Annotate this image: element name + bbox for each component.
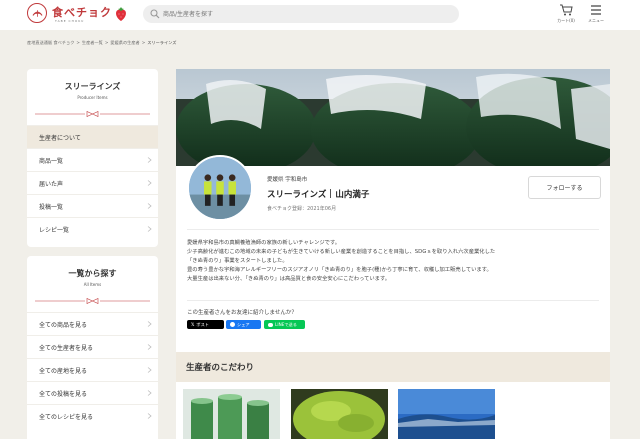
logo-subtext: TABE CHOKU <box>55 19 85 23</box>
logo-text[interactable]: 食べチョク <box>52 4 112 20</box>
search-bar[interactable] <box>143 5 459 23</box>
sidebar-item-reviews[interactable]: 届いた声 <box>27 171 158 194</box>
sidebar-item-label: 商品一覧 <box>39 157 64 165</box>
description-line: 少子高齢化が進むこの地域の未来の子どもが生きていける新しい産業を創造することを目… <box>187 249 496 255</box>
search-icon <box>150 9 160 19</box>
producer-prefecture: 愛媛県 宇和島市 <box>267 177 308 183</box>
chevron-right-icon <box>147 321 152 327</box>
share-line-label: LINEで送る <box>275 321 297 327</box>
sidebar-item-label: 全ての産地を見る <box>39 367 88 375</box>
sidebar-item-recipes[interactable]: レシピ一覧 <box>27 217 158 240</box>
producer-avatar <box>187 155 253 221</box>
sidebar-item-label: 生産者について <box>39 134 81 142</box>
sidebar-item-products[interactable]: 商品一覧 <box>27 148 158 171</box>
divider <box>187 229 599 230</box>
producer-menu-title: スリーラインズ <box>64 82 121 91</box>
x-logo-icon: 𝕏 <box>191 322 195 327</box>
sidebar-item-all-products[interactable]: 全ての商品を見る <box>27 312 158 335</box>
cart-icon <box>560 4 573 16</box>
ribbon-divider-icon <box>35 298 150 304</box>
section-title: 生産者のこだわり <box>186 363 255 373</box>
logo-mark-icon[interactable] <box>27 3 47 23</box>
chevron-right-icon <box>147 226 152 232</box>
chevron-right-icon <box>147 157 152 163</box>
producer-menu-subtitle: Producer Items <box>77 95 108 100</box>
share-line-button[interactable]: LINEで送る <box>264 320 305 329</box>
description-line: 「きぬ青のり」事業をスタートしました。 <box>187 258 288 264</box>
strawberry-icon <box>116 7 126 21</box>
share-x-label: ポスト <box>196 321 209 327</box>
producer-menu-panel: スリーラインズ Producer Items 生産者について 商品一覧 届いた声… <box>27 69 158 247</box>
producer-farm-name: スリーラインズ <box>267 190 327 200</box>
breadcrumb-item-producers[interactable]: 生産者一覧 <box>82 40 103 45</box>
chevron-right-icon <box>147 390 152 396</box>
share-x-button[interactable]: 𝕏 ポスト <box>187 320 224 329</box>
description-line: 豊の寿う豊かな宇和海アレルギーフリーのスジアオノリ「きぬ青のり」を胞子(種)から… <box>187 267 492 273</box>
sidebar-item-about[interactable]: 生産者について <box>27 125 158 148</box>
divider <box>187 300 599 301</box>
sidebar-item-all-posts[interactable]: 全ての投稿を見る <box>27 381 158 404</box>
breadcrumb-item-current: スリーラインズ <box>147 40 177 45</box>
sidebar-item-label: レシピ一覧 <box>39 226 70 234</box>
sidebar-item-label: 全ての投稿を見る <box>39 390 88 398</box>
commitment-section-header: 生産者のこだわり <box>176 352 610 382</box>
sidebar-item-label: 投稿一覧 <box>39 203 64 211</box>
menu-label: メニュー <box>588 18 604 23</box>
browse-all-subtitle: All Items <box>83 282 102 287</box>
chevron-right-icon <box>147 203 152 209</box>
sidebar-item-label: 届いた声 <box>39 180 64 188</box>
producer-description: 愛媛県宇和島市の真鯛養殖漁師の家族の新しいチャレンジです。 少子高齢化が進むこの… <box>187 239 607 284</box>
sidebar-item-label: 全てのレシピを見る <box>39 413 94 421</box>
cover-photo <box>176 69 610 166</box>
producer-person-name: 山内満子 <box>335 190 370 200</box>
share-prompt: この生産者さんをお友達に紹介しませんか？ <box>187 310 297 316</box>
ribbon-divider-icon <box>35 111 150 117</box>
sidebar-item-all-producers[interactable]: 全ての生産者を見る <box>27 335 158 358</box>
menu-button[interactable]: メニュー <box>584 4 608 26</box>
breadcrumb-item-home[interactable]: 産地直送通販 食べチョク <box>27 40 74 45</box>
gallery-image[interactable] <box>183 389 280 439</box>
cart-label: カート(0) <box>557 18 575 23</box>
gallery-image[interactable] <box>398 389 495 439</box>
description-line: 大量生産は出来ない分、「きぬ青のり」は高品質と食の安全安心にこだわっています。 <box>187 276 391 282</box>
sidebar-item-label: 全ての商品を見る <box>39 321 88 329</box>
facebook-icon <box>230 322 235 327</box>
sidebar-item-all-recipes[interactable]: 全てのレシピを見る <box>27 404 158 427</box>
sidebar-item-all-regions[interactable]: 全ての産地を見る <box>27 358 158 381</box>
chevron-right-icon <box>147 413 152 419</box>
browse-all-title: 一覧から探す <box>68 269 117 278</box>
share-facebook-label: シェア <box>237 321 250 327</box>
producer-name: スリーラインズ 山内満子 <box>267 188 369 200</box>
sidebar-item-posts[interactable]: 投稿一覧 <box>27 194 158 217</box>
description-line: 愛媛県宇和島市の真鯛養殖漁師の家族の新しいチャレンジです。 <box>187 240 341 246</box>
cart-button[interactable]: カート(0) <box>554 4 578 26</box>
breadcrumb: 産地直送通販 食べチョク > 生産者一覧 > 愛媛県の生産者 > スリーラインズ <box>27 40 177 45</box>
share-facebook-button[interactable]: シェア <box>226 320 261 329</box>
follow-button[interactable]: フォローする <box>528 176 601 199</box>
search-input[interactable] <box>163 8 443 20</box>
site-header: 食べチョク TABE CHOKU カート(0) メニュー <box>0 0 640 30</box>
gallery-image[interactable] <box>291 389 388 439</box>
chevron-right-icon <box>147 367 152 373</box>
browse-all-panel: 一覧から探す All Items 全ての商品を見る 全ての生産者を見る 全ての産… <box>27 256 158 439</box>
breadcrumb-item-prefecture[interactable]: 愛媛県の生産者 <box>110 40 139 45</box>
line-icon <box>268 322 273 327</box>
chevron-right-icon <box>147 180 152 186</box>
hamburger-icon <box>591 5 601 15</box>
chevron-right-icon <box>147 344 152 350</box>
commitment-gallery <box>176 382 610 439</box>
sidebar-item-label: 全ての生産者を見る <box>39 344 94 352</box>
registration-date: 食べチョク登録：2021年06月 <box>267 206 337 212</box>
